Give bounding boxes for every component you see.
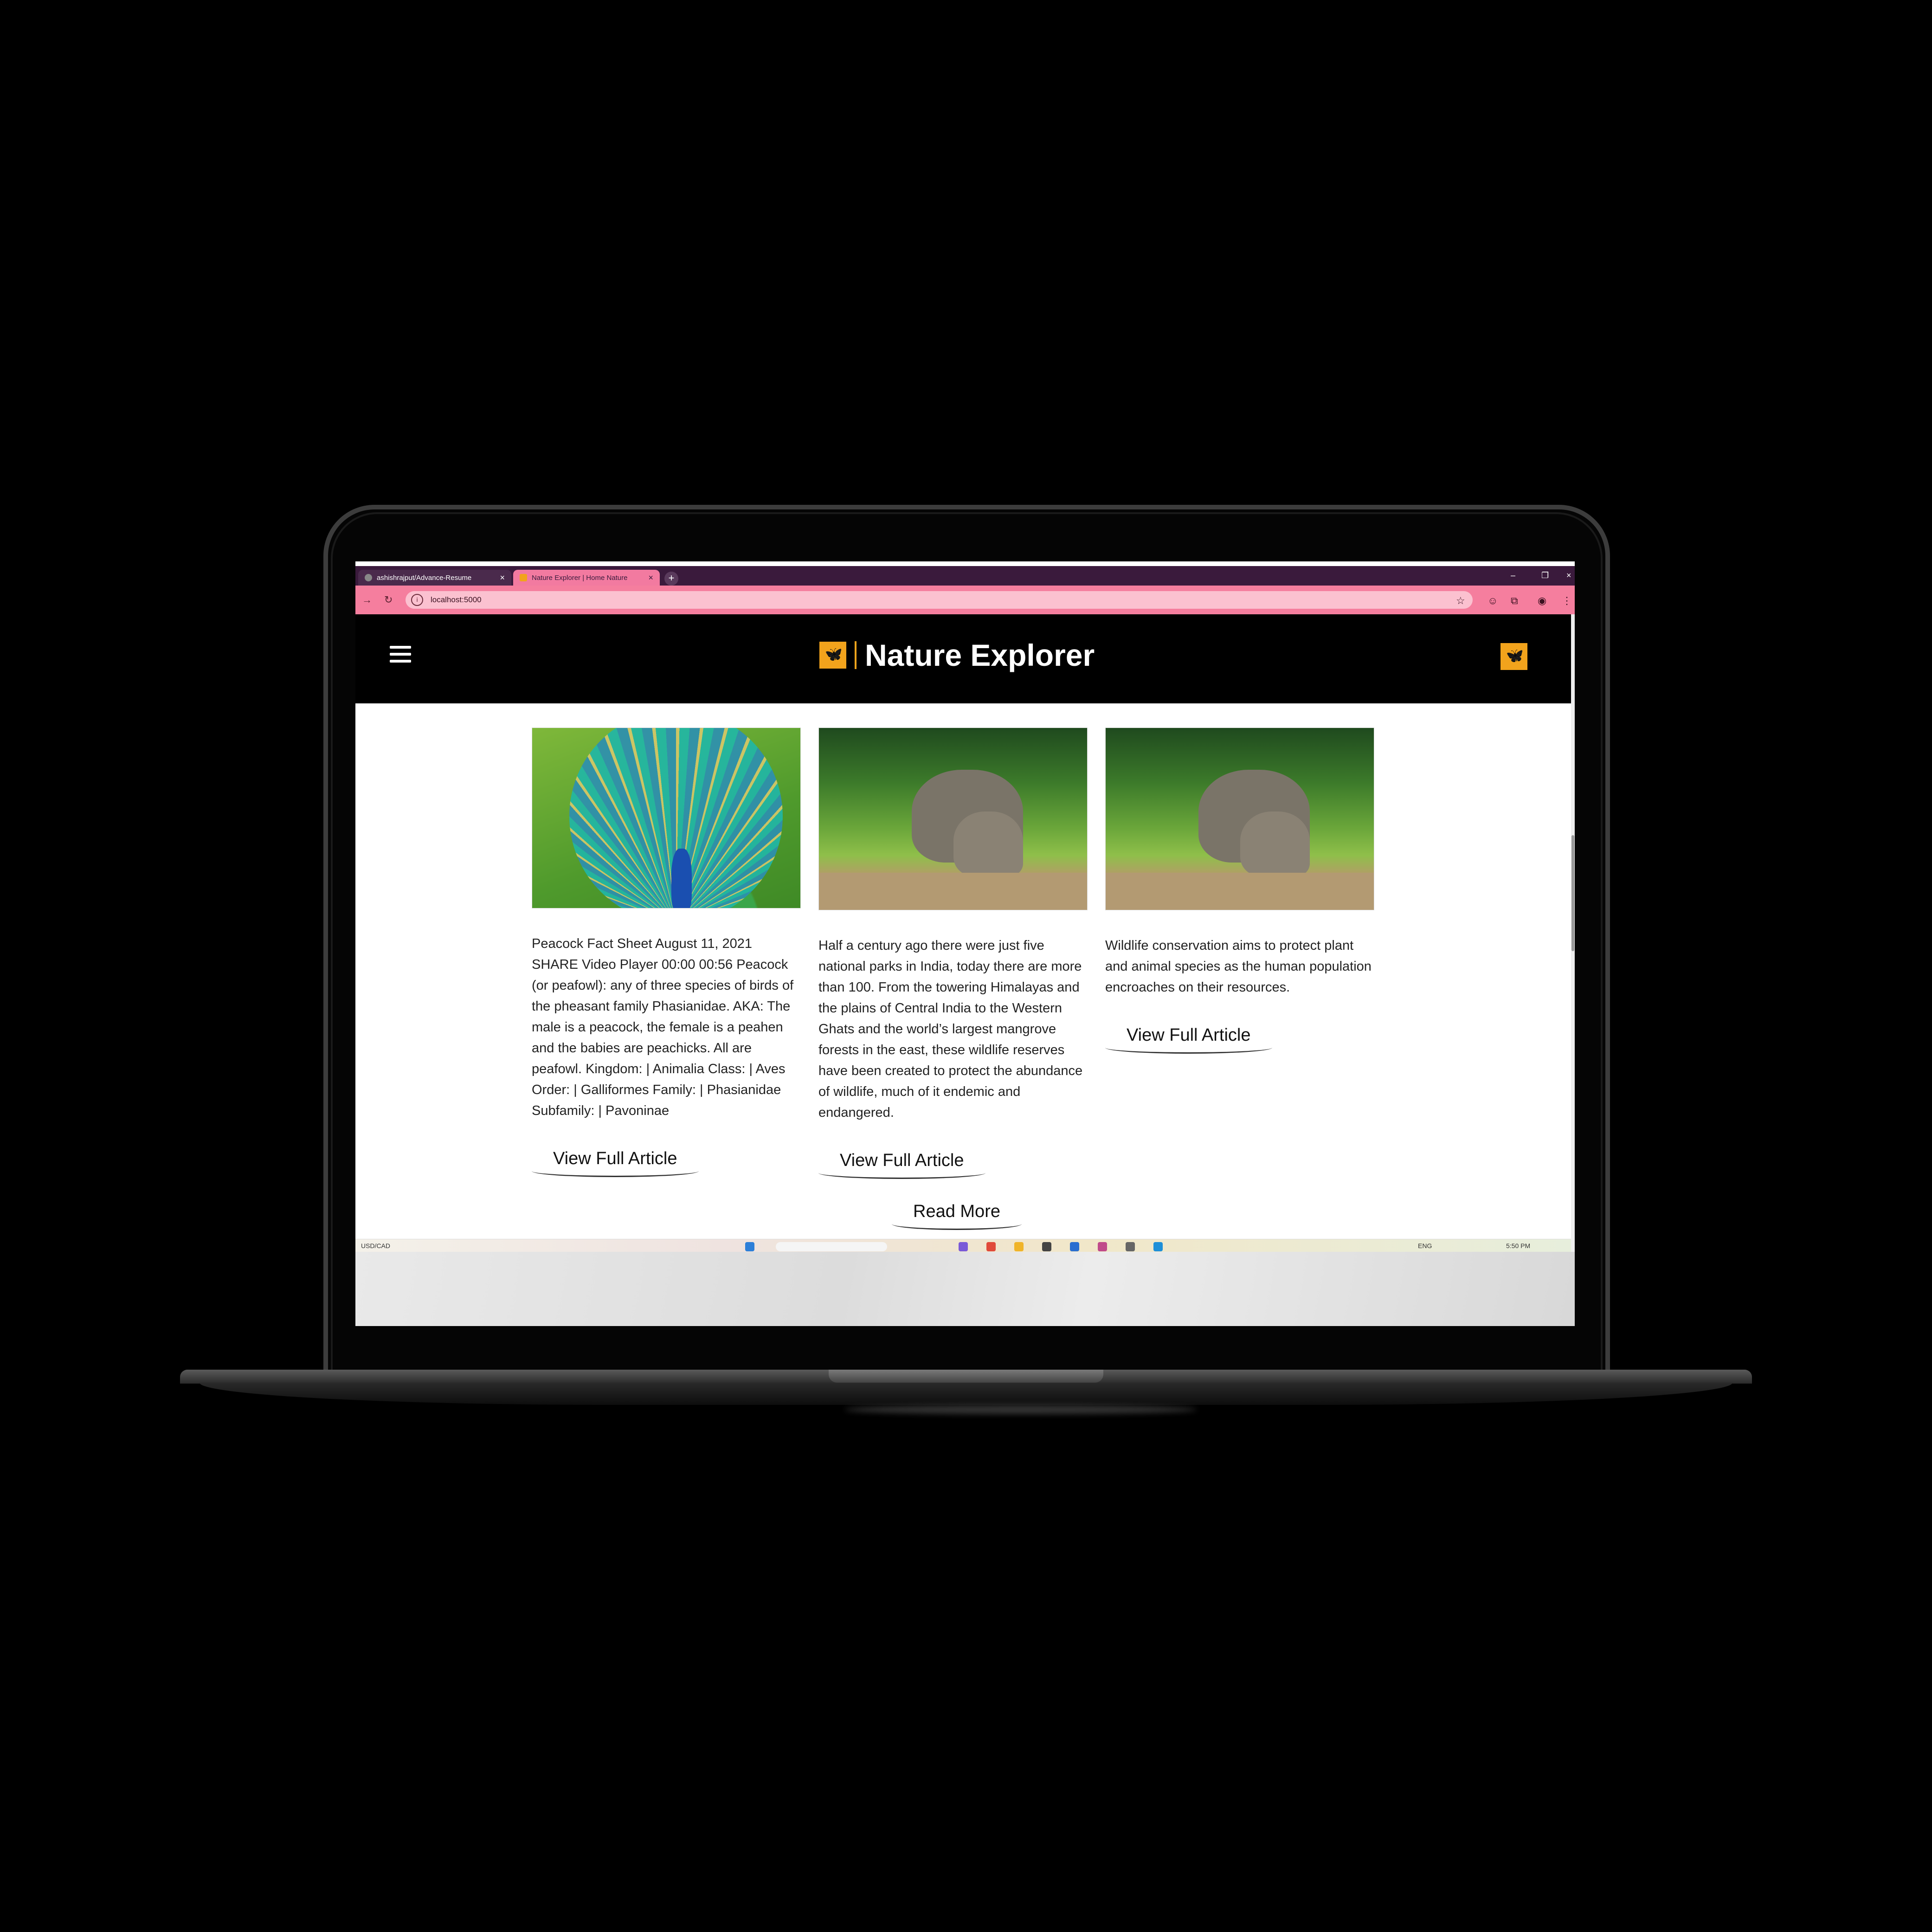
butterfly-favicon-icon [520,574,527,581]
read-more-button[interactable]: Read More [892,1202,1022,1230]
file-explorer-icon[interactable] [1014,1242,1024,1251]
view-full-article-button[interactable]: View Full Article [818,1151,985,1179]
reload-icon[interactable]: ↻ [384,594,393,606]
browser-tab-github[interactable]: ashishrajput/Advance-Resume × [358,570,511,586]
windows-taskbar: USD/CAD ENG 5:50 PM [355,1239,1571,1252]
clock[interactable]: 5:50 PM [1506,1242,1530,1249]
laptop-shadow [844,1405,1197,1414]
github-favicon-icon [365,574,372,581]
close-window-icon[interactable]: × [1566,571,1571,580]
restore-icon[interactable]: ❐ [1541,571,1549,580]
minimize-icon[interactable]: – [1511,571,1515,580]
laptop-foot [200,1383,1732,1405]
screen-reflection [355,1252,1575,1326]
site-info-icon[interactable]: i [411,594,423,606]
peacock-image [532,728,801,908]
taskbar-search-box[interactable] [776,1242,887,1251]
chrome-icon[interactable] [986,1242,996,1251]
browser-address-bar: → ↻ i localhost:5000 ☆ ☺ ⧉ ◉ ⋮ [355,586,1575,614]
browser-tab-strip: ashishrajput/Advance-Resume × Nature Exp… [355,561,1575,586]
app-icon[interactable] [1070,1242,1079,1251]
profile-emoji-icon[interactable]: ☺ [1488,595,1498,607]
avatar-icon[interactable]: ◉ [1538,595,1546,607]
elephants-image [1105,728,1374,910]
view-full-article-button[interactable]: View Full Article [532,1149,699,1177]
url-text: localhost:5000 [431,595,482,604]
site-header: Nature Explorer [355,614,1571,703]
app-icon[interactable] [1042,1242,1051,1251]
scrollbar-thumb[interactable] [1571,835,1574,951]
brand-divider [855,641,857,669]
close-tab-icon[interactable]: × [500,573,505,583]
currency-ticker[interactable]: USD/CAD [361,1242,390,1249]
butterfly-logo-icon [819,642,846,669]
browser-tab-nature-explorer[interactable]: Nature Explorer | Home Nature × [513,570,660,586]
extensions-icon[interactable]: ⧉ [1511,595,1518,607]
app-icon[interactable] [1126,1242,1135,1251]
vscode-icon[interactable] [1153,1242,1163,1251]
article-text: Half a century ago there were just five … [818,938,1083,1120]
article-card-national-parks: Half a century ago there were just five … [818,728,1088,1123]
article-text: Peacock Fact Sheet August 11, 2021 SHARE… [532,936,794,1118]
app-icon[interactable] [1098,1242,1107,1251]
windows-start-icon[interactable] [745,1242,754,1251]
laptop-hinge-notch [829,1370,1103,1383]
elephants-image [818,728,1088,910]
hamburger-menu-icon[interactable] [390,646,411,667]
language-indicator[interactable]: ENG [1418,1242,1432,1249]
app-icon[interactable] [959,1242,968,1251]
tab-title: Nature Explorer | Home Nature [532,573,628,582]
new-tab-button[interactable]: + [664,572,678,586]
article-text: Wildlife conservation aims to protect pl… [1105,938,1372,995]
close-tab-icon[interactable]: × [648,573,653,583]
view-full-article-button[interactable]: View Full Article [1105,1025,1272,1054]
brand-name: Nature Explorer [865,638,1095,672]
omnibox[interactable]: i localhost:5000 [406,591,1473,609]
butterfly-logo-icon[interactable] [1501,643,1527,670]
tab-title: ashishrajput/Advance-Resume [377,573,472,582]
bookmark-star-icon[interactable]: ☆ [1456,595,1465,607]
article-card-wildlife-conservation: Wildlife conservation aims to protect pl… [1105,728,1374,998]
article-card-peacock: Peacock Fact Sheet August 11, 2021 SHARE… [532,728,801,1121]
laptop-screen: ashishrajput/Advance-Resume × Nature Exp… [355,561,1575,1326]
forward-arrow-icon[interactable]: → [362,594,372,606]
site-brand[interactable]: Nature Explorer [819,638,1095,673]
more-menu-icon[interactable]: ⋮ [1562,595,1572,607]
